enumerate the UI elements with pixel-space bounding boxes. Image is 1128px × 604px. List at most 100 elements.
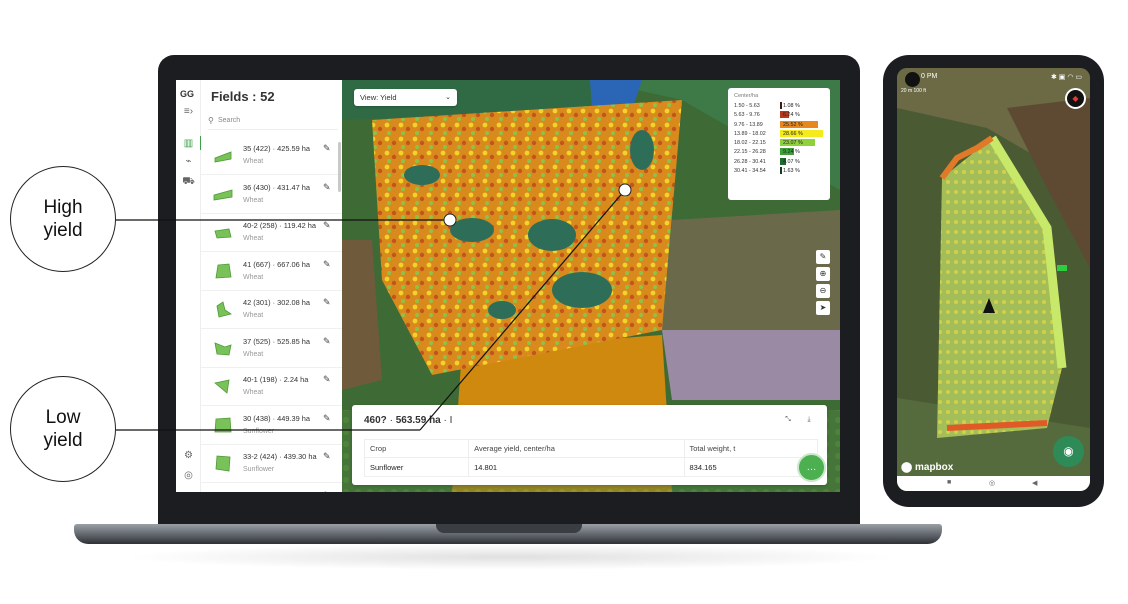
compass-icon[interactable]: ◆ <box>1065 88 1086 109</box>
laptop-screen: GG ≡› ▥ ⌁ ⛟ ⚙ ◎ Fields : 52 ⚲ Search 35 … <box>176 80 840 492</box>
edit-pencil-icon[interactable]: ✎ <box>323 451 331 462</box>
legend-range: 26.28 - 30.41 <box>734 158 766 165</box>
field-crop: Wheat <box>243 196 264 204</box>
legend-percent: 1.08 % <box>783 103 800 109</box>
field-id: 30 (438) <box>243 413 271 423</box>
yield-table: Crop Average yield, center/ha Total weig… <box>363 439 818 477</box>
map-icon[interactable]: ▥ <box>182 138 195 149</box>
field-crop: Wheat <box>243 312 264 319</box>
account-icon[interactable]: ◎ <box>182 470 195 481</box>
legend-range: 22.15 - 26.28 <box>734 149 766 156</box>
home-icon[interactable]: ◎ <box>989 479 995 487</box>
chevron-down-icon: ⌄ <box>445 94 451 101</box>
field-id: 40-2 (258) <box>243 221 278 230</box>
laptop-notch <box>436 524 582 533</box>
recents-icon[interactable]: ■ <box>947 479 951 486</box>
field-list-item[interactable]: 30 (438) · 449.39 ha Sunflower ✎ <box>201 407 342 445</box>
field-id: 41 (667) <box>243 259 271 269</box>
app-logo[interactable]: GG <box>180 89 194 99</box>
field-name: 36 (430) · 431.47 ha <box>243 182 310 192</box>
map-tools: ✎ ⊕ ⊖ ➤ <box>816 250 830 318</box>
info-suffix: I <box>449 415 453 426</box>
edit-pencil-icon[interactable]: ✎ <box>323 336 331 347</box>
zoom-out-icon[interactable]: ⊖ <box>816 284 830 298</box>
legend-row: 26.28 - 30.41 4.07 % <box>734 157 824 167</box>
field-area: 439.30 ha <box>283 452 317 461</box>
field-name: 30 (438) · 449.39 ha <box>243 413 310 423</box>
locate-button[interactable]: ◉ <box>1053 436 1084 467</box>
legend-range: 5.63 - 9.76 <box>734 112 760 119</box>
field-list-item[interactable]: 32 (358) · 359.13 ha ✎ <box>201 484 342 493</box>
field-id: 32 (358) <box>243 491 271 493</box>
edit-pencil-icon[interactable]: ✎ <box>323 413 331 424</box>
locate-arrow-icon[interactable]: ➤ <box>816 301 830 315</box>
route-icon[interactable]: ⌁ <box>182 156 195 167</box>
edit-pencil-icon[interactable]: ✎ <box>323 490 331 493</box>
field-area: 2.24 ha <box>283 375 309 384</box>
field-list-item[interactable]: 33-2 (424) · 439.30 ha Sunflower ✎ <box>201 445 342 483</box>
sidebar-scrollbar[interactable] <box>338 142 341 192</box>
legend-range: 30.41 - 34.54 <box>734 168 766 175</box>
field-name: 35 (422) · 425.59 ha <box>243 144 310 153</box>
field-list-item[interactable]: 40-2 (258) · 119.42 ha Wheat ✎ <box>201 214 342 252</box>
view-label: View: <box>360 93 379 102</box>
legend-percent: 1.63 % <box>783 168 800 175</box>
edit-pencil-icon[interactable]: ✎ <box>323 259 331 270</box>
zoom-in-icon[interactable]: ⊕ <box>816 267 830 281</box>
yield-map[interactable]: View: Yield ⌄ Center/ha 1.50 - 5.63 1.08 … <box>342 80 840 492</box>
phone-nav-bar: ■ ◎ ◀ <box>897 476 1090 491</box>
field-list-item[interactable]: 41 (667) · 667.06 ha Wheat ✎ <box>201 253 342 291</box>
pencil-icon[interactable]: ✎ <box>816 250 830 264</box>
table-header-row: Crop Average yield, center/ha Total weig… <box>363 439 818 458</box>
edit-pencil-icon[interactable]: ✎ <box>323 374 331 385</box>
field-shape-icon <box>213 262 233 280</box>
legend-range: 1.50 - 5.63 <box>734 103 760 109</box>
legend-percent: 23.07 % <box>783 140 803 147</box>
phone-time: 0 PM <box>921 73 938 80</box>
status-icons: ✱ ▣ ◠ ▭ <box>1050 74 1082 81</box>
legend-header: Center/ha <box>734 93 759 99</box>
legend-bar <box>780 102 782 109</box>
field-crop: Wheat <box>243 158 264 165</box>
field-list-item[interactable]: 36 (430) · 431.47 ha Wheat ✎ <box>201 176 342 214</box>
search-placeholder: Search <box>218 117 241 124</box>
phone-screen[interactable]: 0 PM ✱ ▣ ◠ ▭ 20 m 100 ft ◆ ◉ ⬤ mapbox ■ … <box>897 68 1090 491</box>
table-row: Sunflower 14.801 834.165 <box>363 457 818 477</box>
field-crop: Wheat <box>243 273 264 281</box>
back-icon[interactable]: ◀ <box>1032 479 1037 487</box>
field-area: 119.42 ha <box>283 221 317 230</box>
field-list-item[interactable]: 37 (525) · 525.85 ha Wheat ✎ <box>201 330 342 368</box>
settings-icon[interactable]: ⚙ <box>182 450 195 461</box>
mapbox-label: mapbox <box>914 462 954 473</box>
edit-pencil-icon[interactable]: ✎ <box>323 182 331 193</box>
edit-pencil-icon[interactable]: ✎ <box>323 297 331 308</box>
field-shape-icon <box>213 416 233 434</box>
field-area: 425.59 ha <box>277 144 310 153</box>
tractor-icon[interactable]: ⛟ <box>182 176 195 187</box>
menu-collapse-icon[interactable]: ≡› <box>182 106 195 117</box>
download-icon[interactable]: ⤓ <box>801 413 817 427</box>
col-crop: Crop <box>363 439 470 458</box>
field-name: 33-2 (424) · 439.30 ha <box>243 452 317 461</box>
legend-row: 5.63 - 9.76 6.24 % <box>734 111 824 120</box>
field-name: 40-2 (258) · 119.42 ha <box>243 221 317 230</box>
field-list-item[interactable]: 40-1 (198) · 2.24 ha Wheat ✎ <box>201 368 342 406</box>
view-select[interactable]: View: Yield ⌄ <box>354 89 457 106</box>
legend-row: 22.15 - 26.28 9.24 % <box>734 148 824 157</box>
edit-pencil-icon[interactable]: ✎ <box>323 220 331 231</box>
field-shape-icon <box>213 300 233 318</box>
field-info-panel: 460? · 563.59 ha · I ⤡ ⤓ Crop Average yi… <box>352 405 827 485</box>
info-title: 460? · 563.59 ha · I <box>364 415 452 426</box>
field-list-item[interactable]: 35 (422) · 425.59 ha Wheat ✎ <box>201 137 342 175</box>
fields-title: Fields : 52 <box>211 89 275 104</box>
legend-percent: 6.24 % <box>783 112 800 119</box>
collapse-icon[interactable]: ⤡ <box>780 413 796 427</box>
stage: GG ≡› ▥ ⌁ ⛟ ⚙ ◎ Fields : 52 ⚲ Search 35 … <box>0 0 1128 604</box>
info-field-id: 460? <box>364 415 387 426</box>
chat-button[interactable]: … <box>797 453 826 482</box>
field-list-item[interactable]: 42 (301) · 302.08 ha Wheat ✎ <box>201 291 342 329</box>
edit-pencil-icon[interactable]: ✎ <box>323 143 331 154</box>
field-id: 42 (301) <box>243 298 271 307</box>
legend-percent: 25.52 % <box>783 121 803 128</box>
search-input[interactable]: ⚲ Search <box>208 112 338 130</box>
